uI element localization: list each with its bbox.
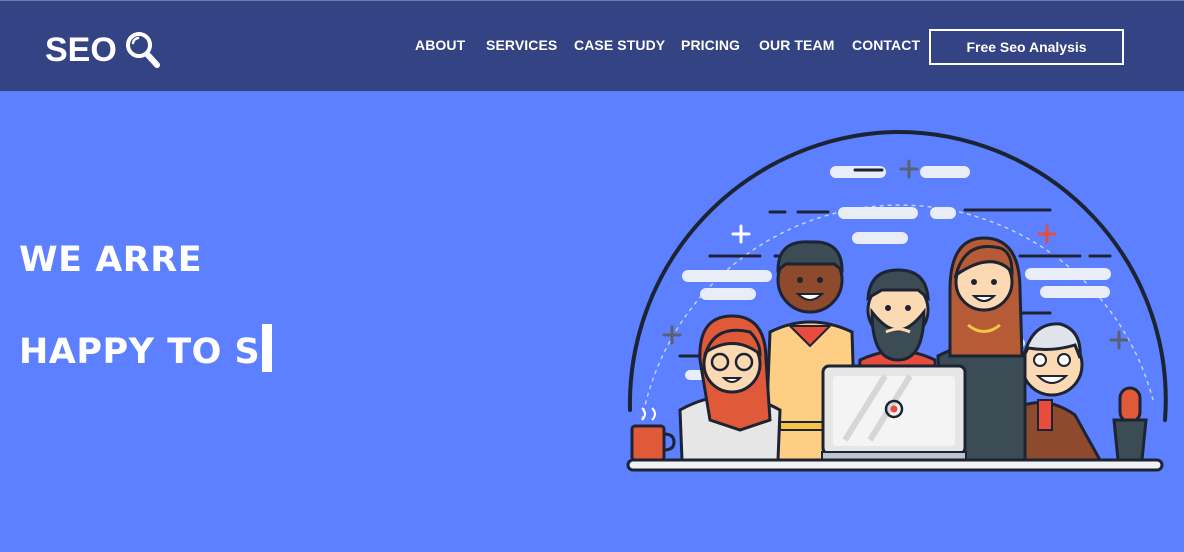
- nav-item-our-team[interactable]: OUR TEAM: [759, 37, 834, 53]
- laptop: [821, 364, 967, 461]
- nav-item-pricing[interactable]: PRICING: [681, 37, 740, 53]
- nav-item-case-study[interactable]: CASE STUDY: [574, 37, 665, 53]
- nav-item-services[interactable]: SERVICES: [486, 37, 557, 53]
- mug: [630, 407, 676, 462]
- brand-logo[interactable]: SEO: [45, 28, 161, 72]
- desk: [626, 458, 1164, 472]
- cactus: [1112, 386, 1148, 462]
- person-red-hair: [678, 314, 782, 462]
- brand-name: SEO: [45, 31, 117, 69]
- free-seo-analysis-button[interactable]: Free Seo Analysis: [929, 29, 1124, 65]
- team-illustration: [626, 129, 1168, 472]
- navbar: SEO ABOUT SERVICES CASE STUDY PRICING OU…: [0, 0, 1184, 91]
- typing-caret: [262, 324, 273, 372]
- nav-item-contact[interactable]: CONTACT: [852, 37, 920, 53]
- magnifier-icon: [125, 31, 161, 69]
- hero-line-1: WE ARRE: [19, 240, 203, 280]
- hero-line-2: HAPPY TO S: [19, 331, 261, 372]
- nav-item-about[interactable]: ABOUT: [415, 37, 465, 53]
- hero-line-2-wrapper: HAPPY TO S: [19, 324, 273, 376]
